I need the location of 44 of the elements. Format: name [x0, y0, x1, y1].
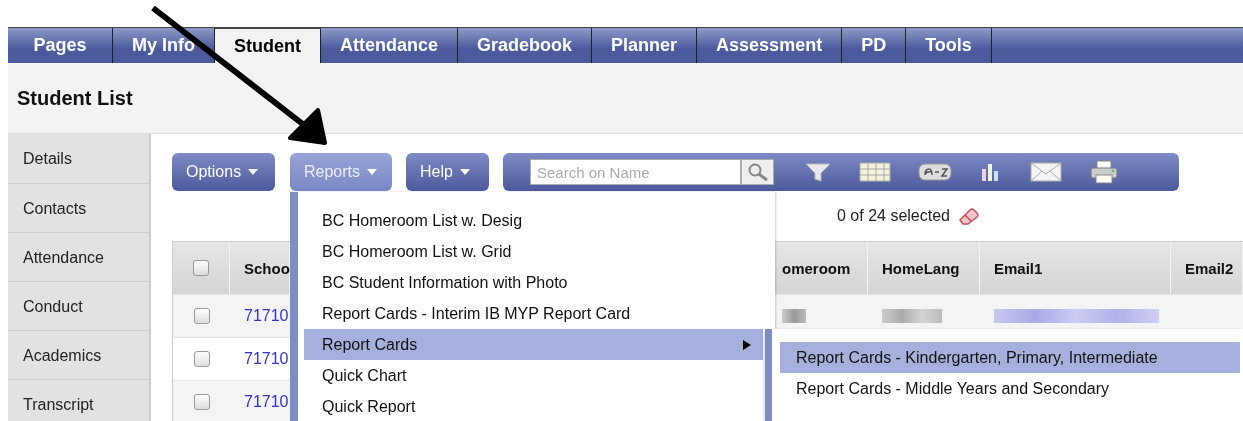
student-link[interactable]: 71710: [244, 307, 289, 325]
search-button[interactable]: [741, 159, 774, 185]
checkbox[interactable]: [193, 394, 210, 410]
checkbox[interactable]: [193, 308, 210, 324]
menu-item[interactable]: BC Student Information with Photo: [304, 267, 763, 298]
menu-item[interactable]: Quick Chart: [304, 360, 763, 391]
search-field[interactable]: Search on Name: [530, 159, 741, 185]
menu-button[interactable]: Options: [172, 153, 275, 191]
sidebar-item[interactable]: Academics: [8, 331, 149, 380]
selection-count: 0 of 24 selected: [837, 207, 950, 225]
search-icon[interactable]: [746, 162, 769, 182]
nav-tab[interactable]: Student: [215, 28, 321, 63]
student-link[interactable]: 71710: [244, 350, 289, 368]
menu-item[interactable]: Report Cards - Middle Years and Secondary: [780, 373, 1240, 404]
grid-icon[interactable]: [859, 161, 891, 183]
sidebar-item[interactable]: Contacts: [8, 184, 149, 233]
filter-icon[interactable]: [804, 161, 832, 183]
menu-item[interactable]: Report Cards: [304, 329, 763, 360]
column-header[interactable]: omeroom: [782, 259, 851, 277]
column-header[interactable]: Email2: [1185, 259, 1234, 277]
redacted-text: [782, 309, 806, 323]
column-header[interactable]: Email1: [994, 259, 1043, 277]
column-header[interactable]: Schoo: [244, 259, 290, 277]
menu-item[interactable]: Report Cards - Interim IB MYP Report Card: [304, 298, 763, 329]
sidebar-item[interactable]: Details: [8, 134, 149, 184]
menu-item[interactable]: BC Homeroom List w. Grid: [304, 236, 763, 267]
envelope-icon[interactable]: [1030, 161, 1062, 183]
redacted-text: [882, 309, 942, 323]
menu-button[interactable]: Help: [406, 153, 489, 191]
sidebar-item[interactable]: Transcript: [8, 380, 149, 421]
sort-icon[interactable]: [918, 161, 952, 183]
student-link[interactable]: 71710: [244, 393, 289, 411]
menu-item[interactable]: Quick Report: [304, 391, 763, 421]
printer-icon[interactable]: [1089, 160, 1119, 184]
menu-item[interactable]: BC Homeroom List w. Desig: [304, 205, 763, 236]
checkbox[interactable]: [193, 260, 209, 276]
page-title: Student List: [17, 86, 133, 110]
menu-item[interactable]: Report Cards - Kindergarten, Primary, Intermediate: [780, 342, 1240, 373]
sidebar-item[interactable]: Conduct: [8, 282, 149, 331]
checkbox[interactable]: [193, 351, 210, 367]
submenu-arrow-icon[interactable]: [743, 339, 751, 350]
column-header[interactable]: HomeLang: [882, 259, 960, 277]
eraser-icon[interactable]: [957, 207, 980, 225]
sidebar-item[interactable]: Attendance: [8, 233, 149, 282]
